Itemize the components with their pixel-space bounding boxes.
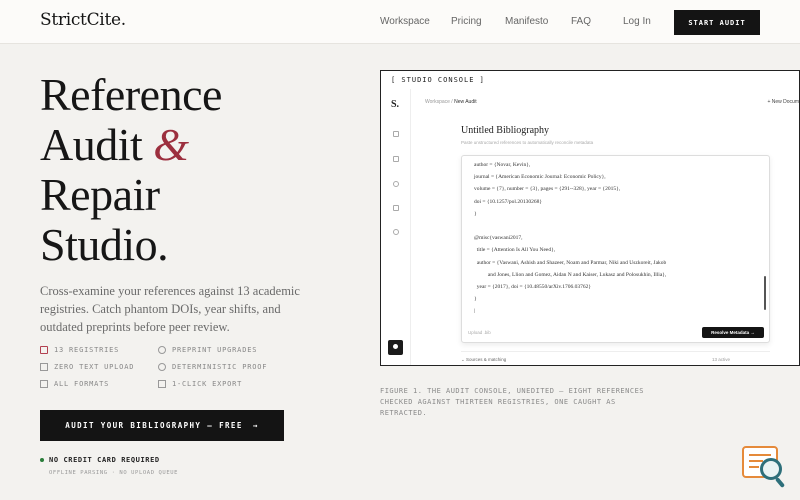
feature-label: 1-CLICK EXPORT xyxy=(172,380,243,388)
code-line: journal = {American Economic Journal: Ec… xyxy=(474,174,606,181)
hero-subtitle: Cross-examine your references against 13… xyxy=(40,284,300,334)
code-line: } xyxy=(474,296,477,303)
start-audit-button[interactable]: START AUDIT xyxy=(674,10,760,35)
tools-icon[interactable] xyxy=(393,156,399,162)
code-line: doi = {10.1257/pol.20130268} xyxy=(474,198,542,205)
headline-line-4: Studio. xyxy=(40,219,169,270)
feature-label: 13 REGISTRIES xyxy=(54,346,120,354)
bell-icon[interactable] xyxy=(393,229,399,235)
hero-headline: Reference Audit & Repair Studio. xyxy=(40,70,360,270)
code-line: volume = {7}, number = {3}, pages = {291… xyxy=(474,186,621,193)
code-area[interactable]: author = {Novar, Kevin}, journal = {Ameri… xyxy=(474,159,666,318)
status-dot-icon xyxy=(40,458,44,462)
new-document-button[interactable]: + New Docum xyxy=(767,99,799,105)
feature-label: PREPRINT UPGRADES xyxy=(172,346,258,354)
scrollbar[interactable] xyxy=(764,276,766,310)
feature-export: 1-CLICK EXPORT xyxy=(158,380,242,388)
code-line: } xyxy=(474,210,477,217)
document-title[interactable]: Untitled Bibliography xyxy=(461,125,549,136)
offline-note: OFFLINE PARSING · NO UPLOAD QUEUE xyxy=(49,470,179,476)
download-icon[interactable] xyxy=(393,205,399,211)
check-circle-icon xyxy=(158,363,166,371)
brand-logo[interactable]: StrictCite. xyxy=(40,10,126,30)
document-icon xyxy=(40,380,48,388)
nav-link-workspace[interactable]: Workspace xyxy=(380,16,430,27)
login-link[interactable]: Log In xyxy=(623,16,651,27)
upload-bib-link[interactable]: Upload .bib xyxy=(468,330,491,335)
console-sidebar: S. xyxy=(381,89,411,365)
nav-link-pricing[interactable]: Pricing xyxy=(451,16,482,27)
note-label: NO CREDIT CARD REQUIRED xyxy=(49,456,160,464)
headline-line-1: Reference xyxy=(40,69,222,120)
code-line: | xyxy=(474,308,476,315)
feature-formats: ALL FORMATS xyxy=(40,380,109,388)
console-logo[interactable]: S. xyxy=(391,99,399,110)
feature-label: ZERO TEXT UPLOAD xyxy=(54,363,135,371)
no-credit-card-note: NO CREDIT CARD REQUIRED xyxy=(40,456,160,464)
breadcrumb-root[interactable]: Workspace xyxy=(425,99,450,105)
feature-deterministic: DETERMINISTIC PROOF xyxy=(158,363,267,371)
code-line: year = {2017}, doi = {10.48550/arXiv.170… xyxy=(474,284,592,291)
headline-line-2: Audit & xyxy=(40,120,360,170)
cta-label: AUDIT YOUR BIBLIOGRAPHY — FREE xyxy=(65,421,243,430)
editor-footer: Upload .bib Resolve Metadata → xyxy=(462,324,769,342)
sources-label[interactable]: ⌄ Sources & matching xyxy=(461,357,506,362)
audit-bibliography-button[interactable]: AUDIT YOUR BIBLIOGRAPHY — FREE → xyxy=(40,410,284,441)
code-line: title = {Attention Is All You Need}, xyxy=(474,247,556,254)
code-line: @misc{vaswani2017, xyxy=(474,235,523,242)
search-widget[interactable] xyxy=(740,444,790,490)
sources-count: 13 active xyxy=(711,357,730,362)
feature-registries: 13 REGISTRIES xyxy=(40,346,119,354)
studio-console: [ STUDIO CONSOLE ] S. Workspace / New Au… xyxy=(380,70,800,366)
feature-zero-upload: ZERO TEXT UPLOAD xyxy=(40,363,134,371)
feature-preprint: PREPRINT UPGRADES xyxy=(158,346,257,354)
headline-ampersand: & xyxy=(153,119,189,170)
figure-caption: FIGURE 1. THE AUDIT CONSOLE, UNEDITED — … xyxy=(380,387,645,417)
feature-label: DETERMINISTIC PROOF xyxy=(172,363,268,371)
resolve-metadata-button[interactable]: Resolve Metadata → xyxy=(702,327,764,338)
console-tab: [ STUDIO CONSOLE ] xyxy=(391,76,485,84)
avatar[interactable] xyxy=(388,340,403,355)
registry-icon xyxy=(40,346,48,354)
history-icon[interactable] xyxy=(393,181,399,187)
nav-link-faq[interactable]: FAQ xyxy=(571,16,591,27)
bibliography-editor[interactable]: author = {Novar, Kevin}, journal = {Ameri… xyxy=(461,155,770,343)
magnifier-icon xyxy=(760,458,782,480)
code-line: author = {Vaswani, Ashish and Shazeer, N… xyxy=(474,259,667,266)
magnifier-handle xyxy=(774,477,786,488)
code-line: and Jones, Llion and Gomez, Aidan N and … xyxy=(474,271,667,278)
document-icon[interactable] xyxy=(393,131,399,137)
sources-panel[interactable]: ⌄ Sources & matching 13 active xyxy=(461,351,770,363)
feature-label: ALL FORMATS xyxy=(54,380,110,388)
headline-audit: Audit xyxy=(40,119,154,170)
refresh-icon xyxy=(158,346,166,354)
export-icon xyxy=(158,380,166,388)
breadcrumb: Workspace / New Audit xyxy=(425,99,477,105)
nav-link-manifesto[interactable]: Manifesto xyxy=(505,16,548,27)
breadcrumb-current: New Audit xyxy=(454,99,477,105)
code-line: author = {Novar, Kevin}, xyxy=(474,162,531,168)
headline-line-3: Repair xyxy=(40,169,160,220)
document-subtitle: Paste unstructured references to automat… xyxy=(461,140,594,145)
top-nav: StrictCite. Workspace Pricing Manifesto … xyxy=(0,0,800,44)
arrow-right-icon: → xyxy=(252,421,259,430)
lock-icon xyxy=(40,363,48,371)
